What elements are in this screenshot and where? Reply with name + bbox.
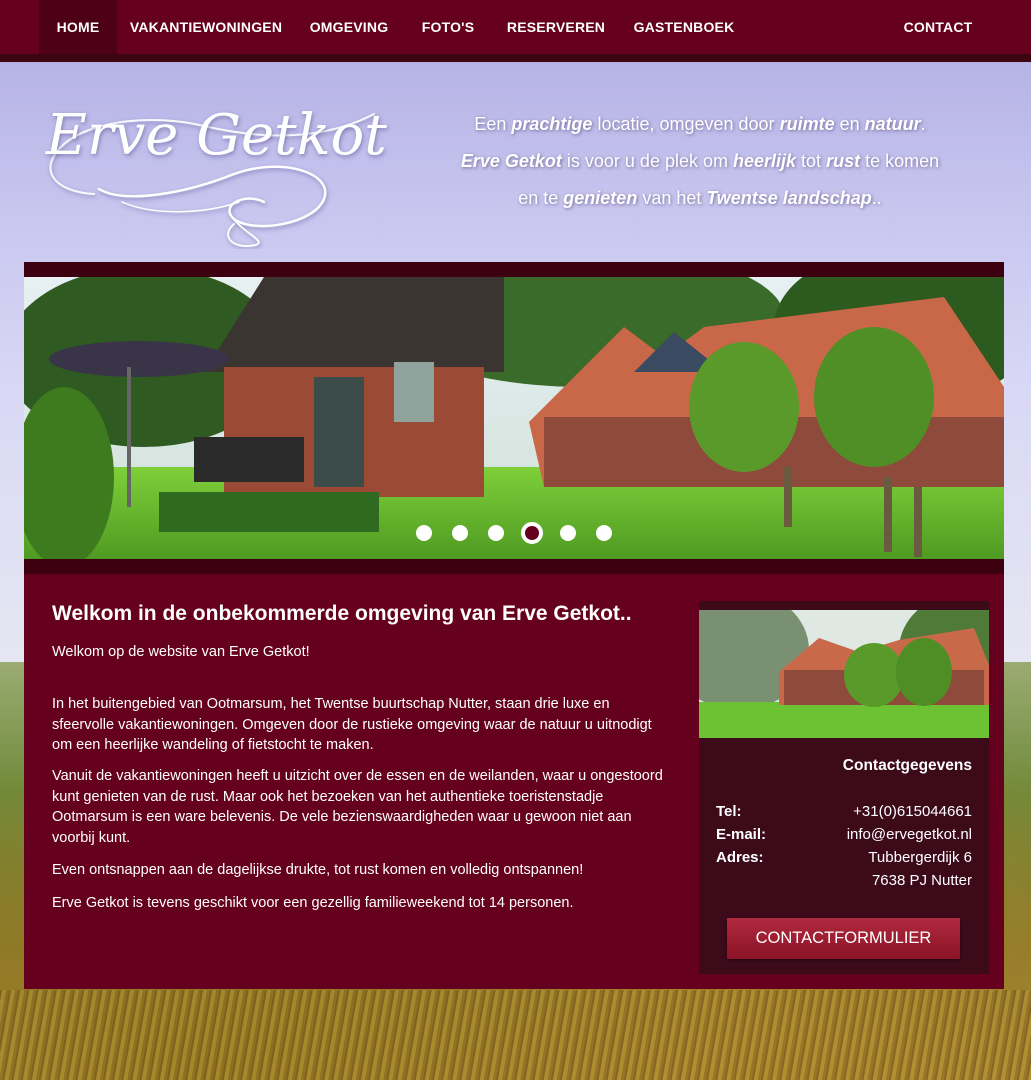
tagline-text: van het [637,188,707,208]
tagline-text: .. [871,188,882,208]
slider-dot-1[interactable] [416,525,432,541]
contact-heading: Contactgegevens [842,757,972,774]
site-logo[interactable]: Erve Getkot [34,74,394,249]
slider-dot-4[interactable] [521,522,543,544]
slider-dot-6[interactable] [596,525,612,541]
tagline-text: tot [796,151,827,171]
paragraph-3: Even ontsnappen aan de dagelijkse drukte… [52,862,584,878]
tagline-line-1: Een prachtige locatie, omgeven door ruim… [420,106,980,143]
tagline-line-2: Erve Getkot is voor u de plek om heerlij… [420,143,980,180]
tel-value[interactable]: +31(0)615044661 [853,803,972,820]
nav-item-reserveren[interactable]: RESERVEREN [500,0,612,54]
nav-item-gastenboek[interactable]: GASTENBOEK [626,0,742,54]
nav-item-contact[interactable]: CONTACT [894,0,982,54]
tagline-emphasis: rust [826,151,861,171]
main-navigation: HOME VAKANTIEWONINGEN OMGEVING FOTO'S RE… [0,0,1031,54]
address-line-1: Tubbergerdijk 6 [868,849,972,866]
address-line-2: 7638 PJ Nutter [871,872,972,889]
slider-dot-5[interactable] [560,525,576,541]
tagline-text: . [920,114,926,134]
tagline-text: is voor u de plek om [561,151,733,171]
email-value[interactable]: info@ervegetkot.nl [847,826,972,843]
tagline-text: locatie, omgeven door [592,114,780,134]
nav-item-vakantiewoningen[interactable]: VAKANTIEWONINGEN [124,0,288,54]
tel-label: Tel: [716,803,742,820]
tagline-text: en [834,114,865,134]
tagline-text: en te [518,188,564,208]
tagline-emphasis: heerlijk [733,151,797,171]
slider-dot-2[interactable] [452,525,468,541]
tagline-emphasis: Twentse landschap [706,188,872,208]
tagline-emphasis: ruimte [779,114,835,134]
background-grass [0,990,1031,1080]
tagline-line-3: en te genieten van het Twentse landschap… [420,180,980,217]
address-label: Adres: [716,849,764,866]
page-title: Welkom in de onbekommerde omgeving van E… [52,602,632,625]
tagline-emphasis: Erve Getkot [460,151,562,171]
logo-text: Erve Getkot [45,103,387,168]
tagline-emphasis: genieten [563,188,638,208]
paragraph-2: Vanuit de vakantiewoningen heeft u uitzi… [52,768,663,846]
tagline: Een prachtige locatie, omgeven door ruim… [420,106,980,217]
paragraph-4: Erve Getkot is tevens geschikt voor een … [52,895,574,911]
intro-text: Welkom op de website van Erve Getkot! [52,644,310,660]
nav-item-fotos[interactable]: FOTO'S [412,0,484,54]
tagline-text: te komen [860,151,940,171]
tagline-emphasis: natuur [864,114,921,134]
sidebar-photo [699,610,989,738]
email-label: E-mail: [716,826,767,843]
contact-form-button[interactable]: CONTACTFORMULIER [727,918,960,959]
tagline-text: Een [474,114,512,134]
paragraph-1: In het buitengebied van Ootmarsum, het T… [52,696,652,753]
slider-image[interactable] [24,277,1004,559]
nav-item-omgeving[interactable]: OMGEVING [300,0,398,54]
tagline-emphasis: prachtige [511,114,593,134]
slider-dot-3[interactable] [488,525,504,541]
nav-shadow-band [0,54,1031,62]
nav-item-home[interactable]: HOME [39,0,117,54]
